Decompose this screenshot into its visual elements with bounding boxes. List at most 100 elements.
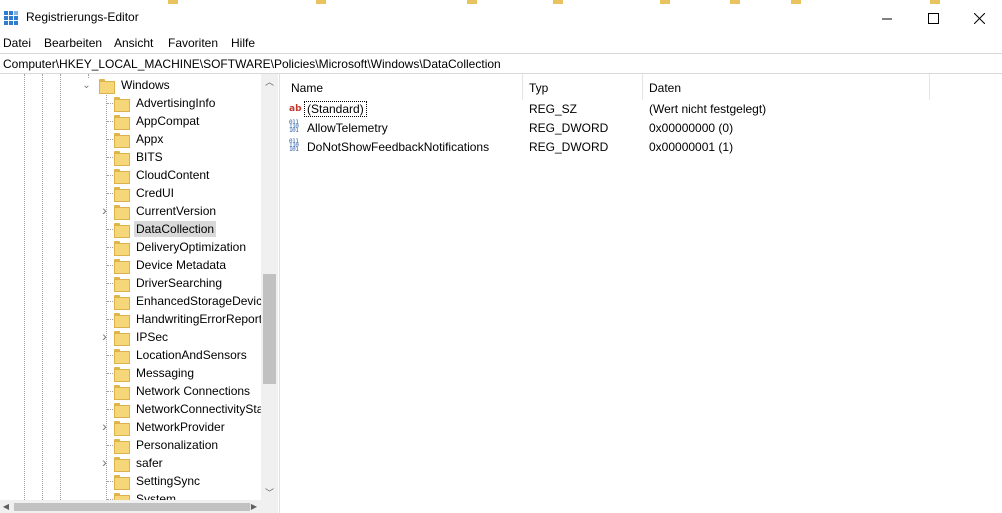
value-name: (Standard) (304, 101, 367, 117)
tree-item-label: IPSec (136, 330, 169, 344)
tree-item[interactable]: CloudContent (114, 166, 211, 184)
column-header-type[interactable]: Typ (529, 74, 548, 100)
tree-item-label: Messaging (136, 366, 195, 380)
column-separator[interactable] (642, 74, 643, 100)
tree-item[interactable]: CurrentVersion (114, 202, 218, 220)
folder-icon (114, 168, 130, 184)
tree-item-label: CloudContent (136, 168, 210, 182)
folder-icon (114, 204, 130, 220)
tree-item[interactable]: CredUI (114, 184, 176, 202)
value-row[interactable]: ab (Standard) REG_SZ (Wert nicht festgelegt… (284, 100, 1002, 119)
tree-item[interactable]: AdvertisingInfo (114, 94, 217, 112)
folder-icon (114, 366, 130, 382)
value-row[interactable]: 011 110 101 AllowTelemetry REG_DWORD 0x000000… (284, 119, 1002, 138)
pane-splitter[interactable] (279, 74, 283, 513)
tree-item-label: LocationAndSensors (136, 348, 247, 362)
folder-icon (114, 96, 130, 112)
column-header-data[interactable]: Daten (649, 74, 681, 100)
tree-item-label: Windows (121, 78, 170, 92)
window-title: Registrierungs-Editor (26, 10, 139, 24)
tree-item[interactable]: DataCollection (114, 220, 217, 238)
binary-value-icon: 011 110 101 (289, 138, 299, 153)
value-row[interactable]: 011 110 101 DoNotShowFeedbackNotifications R… (284, 138, 1002, 157)
key-tree: ⌄ Windows AdvertisingInfo AppCompat Appx BI… (0, 74, 278, 502)
value-data: 0x00000000 (0) (649, 121, 734, 135)
folder-icon (114, 438, 130, 454)
tree-item[interactable]: Personalization (114, 436, 220, 454)
tree-vertical-scrollbar[interactable]: ︿ ﹀ (261, 74, 278, 502)
scrollbar-thumb[interactable] (263, 274, 276, 384)
tree-guide-line (106, 92, 107, 502)
tree-item[interactable]: Device Metadata (114, 256, 228, 274)
tree-item-label: Device Metadata (136, 258, 227, 272)
folder-icon (114, 222, 130, 238)
menu-bar: Datei Bearbeiten Ansicht Favoriten Hilfe (0, 33, 1002, 53)
title-bar[interactable]: Registrierungs-Editor (0, 4, 1002, 32)
scroll-up-icon[interactable]: ︿ (261, 74, 278, 91)
tree-horizontal-scrollbar[interactable]: ◀ ▶ (0, 500, 278, 513)
chevron-right-icon[interactable]: › (100, 419, 109, 433)
tree-item[interactable]: NetworkConnectivityStatusIndicator (114, 400, 278, 418)
scroll-left-icon[interactable]: ◀ (0, 500, 12, 513)
chevron-right-icon[interactable]: › (100, 329, 109, 343)
tree-item[interactable]: safer (114, 454, 165, 472)
column-separator[interactable] (522, 74, 523, 100)
tree-item[interactable]: DeliveryOptimization (114, 238, 248, 256)
values-list: Name Typ Daten ab (Standard) REG_SZ (Wert n… (284, 74, 1002, 513)
minimize-button[interactable] (864, 4, 910, 32)
tree-item[interactable]: NetworkProvider (114, 418, 227, 436)
scroll-right-icon[interactable]: ▶ (248, 500, 260, 513)
column-header-name[interactable]: Name (291, 74, 323, 100)
tree-item-label: EnhancedStorageDevices (136, 294, 275, 308)
tree-item[interactable]: Appx (114, 130, 165, 148)
maximize-button[interactable] (910, 4, 956, 32)
tree-item[interactable]: AppCompat (114, 112, 201, 130)
menu-favoriten[interactable]: Favoriten (168, 36, 218, 50)
tree-item[interactable]: SettingSync (114, 472, 202, 490)
tree-item-label: AppCompat (136, 114, 200, 128)
folder-icon (114, 402, 130, 418)
tree-item-label: SettingSync (136, 474, 201, 488)
binary-value-icon: 011 110 101 (289, 119, 299, 134)
tree-item[interactable]: BITS (114, 148, 165, 166)
folder-icon (114, 294, 130, 310)
menu-datei[interactable]: Datei (3, 36, 31, 50)
tree-item[interactable]: Network Connections (114, 382, 252, 400)
tree-item-label: Personalization (136, 438, 219, 452)
tree-item-label: AdvertisingInfo (136, 96, 216, 110)
chevron-right-icon[interactable]: › (100, 455, 109, 469)
scrollbar-thumb[interactable] (14, 503, 250, 511)
folder-icon (114, 330, 130, 346)
tree-item[interactable]: IPSec (114, 328, 170, 346)
column-separator[interactable] (929, 74, 930, 100)
tree-item-label: HandwritingErrorReports (136, 312, 269, 326)
folder-icon (114, 276, 130, 292)
value-name: AllowTelemetry (307, 121, 388, 135)
value-data: (Wert nicht festgelegt) (649, 102, 767, 116)
tree-item-label: NetworkProvider (136, 420, 225, 434)
menu-ansicht[interactable]: Ansicht (114, 36, 153, 50)
menu-hilfe[interactable]: Hilfe (231, 36, 255, 50)
tree-item[interactable]: LocationAndSensors (114, 346, 249, 364)
tree-item-label: DataCollection (134, 221, 217, 237)
tree-item[interactable]: DriverSearching (114, 274, 224, 292)
address-path[interactable]: Computer\HKEY_LOCAL_MACHINE\SOFTWARE\Pol… (3, 57, 501, 71)
folder-icon (114, 240, 130, 256)
address-bar[interactable]: Computer\HKEY_LOCAL_MACHINE\SOFTWARE\Pol… (0, 53, 1002, 74)
menu-bearbeiten[interactable]: Bearbeiten (44, 36, 102, 50)
chevron-down-icon[interactable]: ⌄ (82, 80, 91, 90)
minimize-icon (881, 18, 892, 19)
value-data: 0x00000001 (1) (649, 140, 734, 154)
value-type: REG_SZ (529, 102, 578, 116)
tree-item[interactable]: Messaging (114, 364, 196, 382)
folder-icon (114, 474, 130, 490)
chevron-right-icon[interactable]: › (100, 203, 109, 217)
close-button[interactable] (956, 4, 1002, 32)
folder-icon (114, 132, 130, 148)
tree-item-label: CredUI (136, 186, 175, 200)
tree-item-windows[interactable]: ⌄ Windows (82, 76, 172, 94)
tree-item[interactable]: HandwritingErrorReports (114, 310, 270, 328)
tree-item[interactable]: EnhancedStorageDevices (114, 292, 277, 310)
folder-icon (114, 186, 130, 202)
close-icon (973, 12, 985, 24)
